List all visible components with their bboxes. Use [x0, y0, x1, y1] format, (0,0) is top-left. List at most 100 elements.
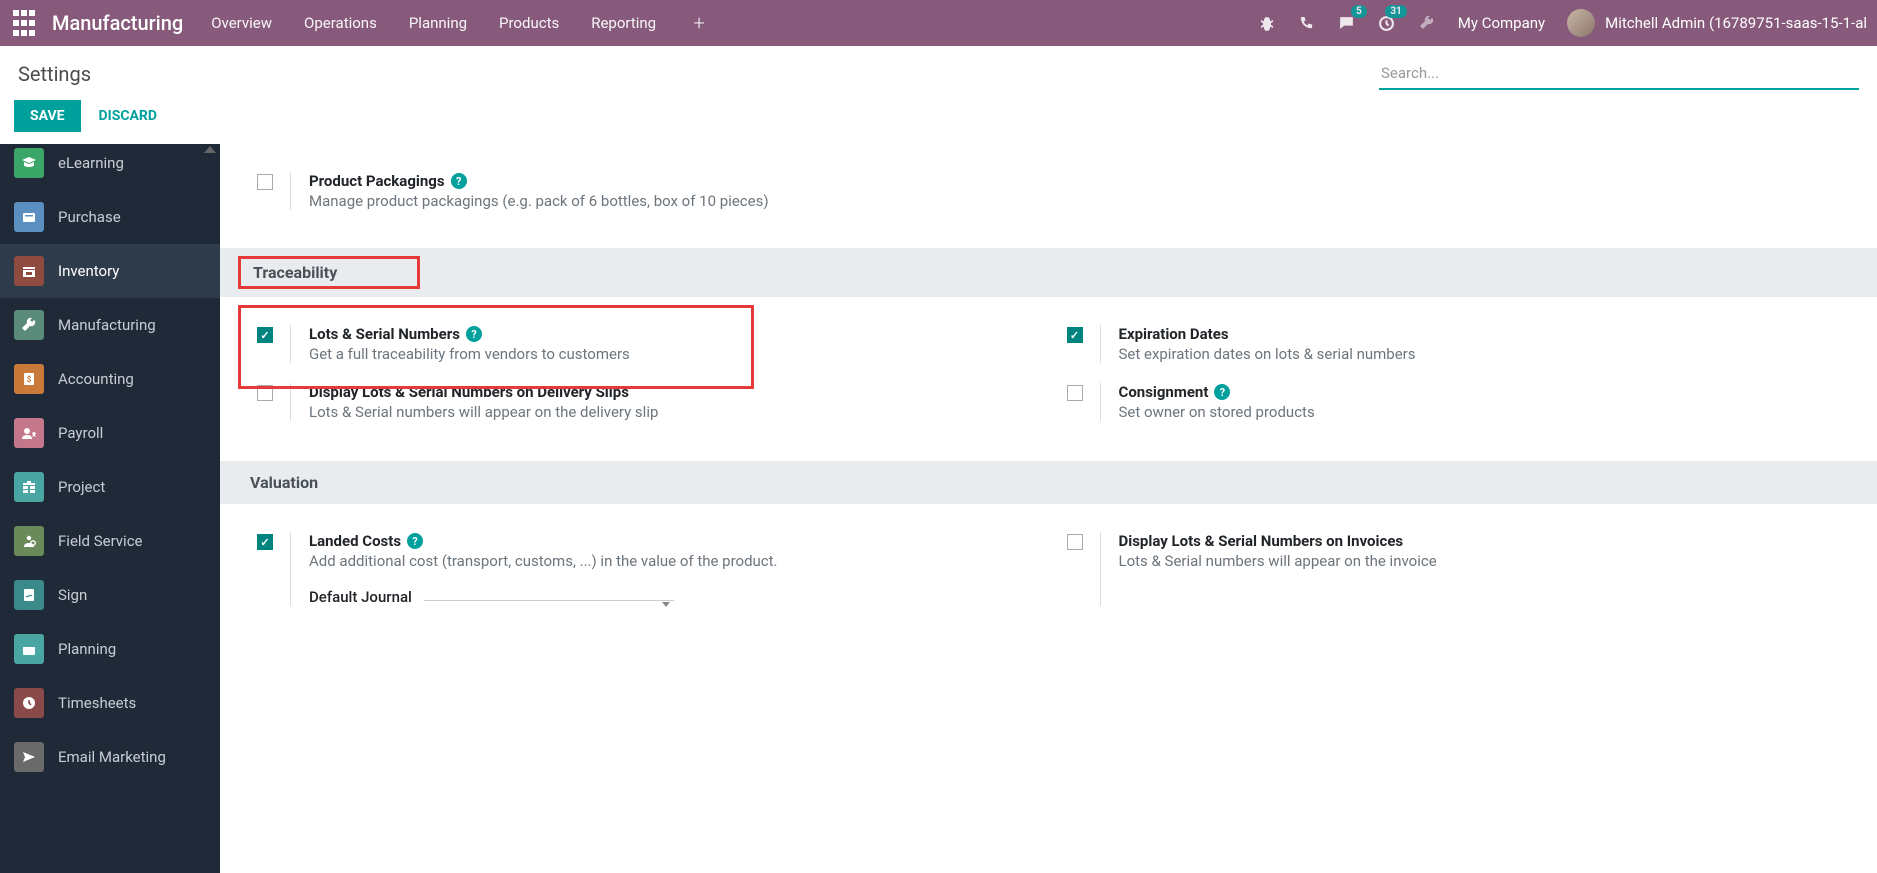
sidebar-item-timesheets[interactable]: Timesheets: [0, 676, 220, 730]
help-icon[interactable]: ?: [1214, 384, 1230, 400]
sidebar-item-label: Field Service: [58, 532, 143, 550]
sidebar-item-field-service[interactable]: Field Service: [0, 514, 220, 568]
sidebar-item-project[interactable]: Project: [0, 460, 220, 514]
settings-content: Product Packagings ? Manage product pack…: [220, 144, 1877, 873]
sidebar-item-label: Purchase: [58, 208, 121, 226]
sidebar-item-label: Manufacturing: [58, 316, 156, 334]
module-icon: [14, 472, 44, 502]
section-traceability: Traceability: [220, 248, 1877, 297]
page-title: Settings: [18, 62, 91, 86]
sidebar-item-purchase[interactable]: Purchase: [0, 190, 220, 244]
help-icon[interactable]: ?: [466, 326, 482, 342]
section-title: Traceability: [238, 256, 420, 289]
nav-products[interactable]: Products: [499, 14, 559, 32]
setting-label: Landed Costs ?: [309, 532, 1030, 550]
sidebar-item-label: Sign: [58, 586, 87, 604]
messages-icon[interactable]: 5: [1338, 14, 1356, 32]
clock-icon[interactable]: 31: [1378, 14, 1396, 32]
module-icon: [14, 526, 44, 556]
setting-desc: Lots & Serial numbers will appear on the…: [1119, 552, 1840, 570]
journal-select[interactable]: [424, 594, 674, 601]
module-icon: $: [14, 364, 44, 394]
nav-reporting[interactable]: Reporting: [591, 14, 656, 32]
bug-icon[interactable]: [1258, 14, 1276, 32]
sidebar-item-label: Email Marketing: [58, 748, 166, 766]
checkbox-packagings[interactable]: [257, 174, 273, 190]
sidebar-item-label: eLearning: [58, 154, 124, 172]
systray: 5 31 My Company Mitchell Admin (16789751…: [1258, 9, 1867, 37]
checkbox-delivery-slips[interactable]: [257, 385, 273, 401]
avatar: [1567, 9, 1595, 37]
user-menu[interactable]: Mitchell Admin (16789751-saas-15-1-al: [1567, 9, 1867, 37]
setting-desc: Set expiration dates on lots & serial nu…: [1119, 345, 1840, 363]
settings-sidebar: eLearning Purchase Inventory Manufacturing $…: [0, 144, 220, 873]
user-name: Mitchell Admin (16789751-saas-15-1-al: [1605, 14, 1867, 32]
sidebar-item-label: Timesheets: [58, 694, 136, 712]
scroll-up-icon[interactable]: [204, 146, 216, 153]
sidebar-item-elearning[interactable]: eLearning: [0, 144, 220, 190]
module-icon: [14, 310, 44, 340]
new-icon[interactable]: +: [690, 14, 708, 32]
discard-button[interactable]: DISCARD: [99, 108, 157, 124]
setting-label: Expiration Dates: [1119, 325, 1840, 343]
main: eLearning Purchase Inventory Manufacturing $…: [0, 144, 1877, 873]
nav-planning[interactable]: Planning: [409, 14, 467, 32]
company-switcher[interactable]: My Company: [1458, 14, 1545, 32]
apps-icon[interactable]: [10, 9, 38, 37]
module-icon: [14, 688, 44, 718]
setting-label: Consignment ?: [1119, 383, 1840, 401]
sidebar-item-manufacturing[interactable]: Manufacturing: [0, 298, 220, 352]
setting-label: Display Lots & Serial Numbers on Deliver…: [309, 383, 1030, 401]
section-title: Valuation: [238, 469, 330, 496]
sidebar-item-payroll[interactable]: Payroll: [0, 406, 220, 460]
sidebar-item-sign[interactable]: Sign: [0, 568, 220, 622]
module-icon: [14, 742, 44, 772]
module-icon: [14, 202, 44, 232]
messages-badge: 5: [1351, 5, 1367, 18]
module-icon: [14, 580, 44, 610]
sidebar-item-planning[interactable]: Planning: [0, 622, 220, 676]
section-valuation: Valuation: [220, 461, 1877, 504]
checkbox-consignment[interactable]: [1067, 385, 1083, 401]
sidebar-item-accounting[interactable]: $ Accounting: [0, 352, 220, 406]
phone-icon[interactable]: [1298, 14, 1316, 32]
module-icon: [14, 256, 44, 286]
svg-text:$: $: [27, 375, 32, 384]
wrench-icon[interactable]: [1418, 14, 1436, 32]
sidebar-item-inventory[interactable]: Inventory: [0, 244, 220, 298]
sidebar-item-label: Project: [58, 478, 105, 496]
activities-badge: 31: [1385, 5, 1406, 18]
module-icon: [14, 418, 44, 448]
checkbox-lots-invoices[interactable]: [1067, 534, 1083, 550]
app-title[interactable]: Manufacturing: [52, 11, 183, 35]
sidebar-item-label: Payroll: [58, 424, 103, 442]
save-button[interactable]: SAVE: [14, 100, 81, 132]
setting-desc: Manage product packagings (e.g. pack of …: [309, 192, 1030, 210]
help-icon[interactable]: ?: [451, 173, 467, 189]
nav-overview[interactable]: Overview: [211, 14, 272, 32]
module-icon: [14, 634, 44, 664]
action-bar: SAVE DISCARD: [0, 100, 1877, 144]
sidebar-item-label: Planning: [58, 640, 116, 658]
journal-label: Default Journal: [309, 588, 412, 606]
main-nav: Overview Operations Planning Products Re…: [211, 14, 656, 32]
sidebar-item-label: Accounting: [58, 370, 134, 388]
setting-label: Display Lots & Serial Numbers on Invoice…: [1119, 532, 1840, 550]
checkbox-landed-costs[interactable]: [257, 534, 273, 550]
subheader: Settings: [0, 46, 1877, 100]
sidebar-item-email-marketing[interactable]: Email Marketing: [0, 730, 220, 784]
help-icon[interactable]: ?: [407, 533, 423, 549]
topbar: Manufacturing Overview Operations Planni…: [0, 0, 1877, 46]
module-icon: [14, 148, 44, 178]
setting-label: Lots & Serial Numbers ?: [309, 325, 1030, 343]
setting-label: Product Packagings ?: [309, 172, 1030, 190]
setting-desc: Add additional cost (transport, customs,…: [309, 552, 1030, 570]
checkbox-lots[interactable]: [257, 327, 273, 343]
nav-operations[interactable]: Operations: [304, 14, 377, 32]
search-input[interactable]: [1379, 58, 1859, 90]
setting-desc: Get a full traceability from vendors to …: [309, 345, 1030, 363]
setting-desc: Set owner on stored products: [1119, 403, 1840, 421]
checkbox-expiration[interactable]: [1067, 327, 1083, 343]
setting-desc: Lots & Serial numbers will appear on the…: [309, 403, 1030, 421]
search-wrap: [1379, 58, 1859, 90]
